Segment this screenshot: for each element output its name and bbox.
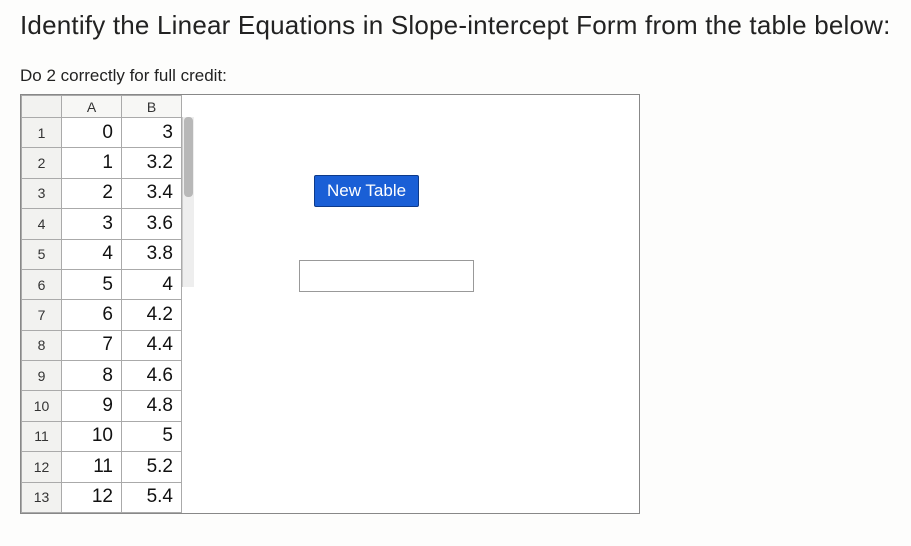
cell-b[interactable]: 5.4: [122, 482, 182, 513]
row-number[interactable]: 8: [22, 330, 62, 360]
row-number[interactable]: 1: [22, 118, 62, 148]
cell-b[interactable]: 3: [122, 118, 182, 148]
row-number[interactable]: 9: [22, 361, 62, 391]
table-row: 103: [22, 118, 182, 148]
question-title: Identify the Linear Equations in Slope-i…: [20, 10, 891, 41]
spreadsheet-area: A B 103213.2323.4433.6543.8654764.2874.4…: [21, 95, 194, 513]
cell-a[interactable]: 4: [62, 239, 122, 269]
cell-b[interactable]: 4.4: [122, 330, 182, 360]
cell-a[interactable]: 5: [62, 269, 122, 299]
cell-b[interactable]: 3.4: [122, 178, 182, 208]
table-row: 11105: [22, 421, 182, 451]
answer-input[interactable]: [299, 260, 474, 292]
cell-a[interactable]: 9: [62, 391, 122, 421]
cell-b[interactable]: 4: [122, 269, 182, 299]
table-row: 654: [22, 269, 182, 299]
content-panel: A B 103213.2323.4433.6543.8654764.2874.4…: [20, 94, 640, 514]
cell-a[interactable]: 8: [62, 361, 122, 391]
row-number[interactable]: 12: [22, 452, 62, 482]
table-row: 764.2: [22, 300, 182, 330]
cell-b[interactable]: 5: [122, 421, 182, 451]
cell-b[interactable]: 3.8: [122, 239, 182, 269]
row-number[interactable]: 5: [22, 239, 62, 269]
cell-a[interactable]: 1: [62, 148, 122, 178]
table-row: 543.8: [22, 239, 182, 269]
table-row: 12115.2: [22, 452, 182, 482]
cell-a[interactable]: 6: [62, 300, 122, 330]
table-row: 213.2: [22, 148, 182, 178]
cell-b[interactable]: 5.2: [122, 452, 182, 482]
corner-header: [22, 96, 62, 118]
scrollbar-thumb[interactable]: [184, 117, 193, 197]
cell-a[interactable]: 7: [62, 330, 122, 360]
cell-b[interactable]: 4.8: [122, 391, 182, 421]
col-header-b[interactable]: B: [122, 96, 182, 118]
cell-b[interactable]: 3.2: [122, 148, 182, 178]
table-row: 1094.8: [22, 391, 182, 421]
row-number[interactable]: 7: [22, 300, 62, 330]
row-number[interactable]: 4: [22, 209, 62, 239]
cell-a[interactable]: 0: [62, 118, 122, 148]
row-number[interactable]: 2: [22, 148, 62, 178]
row-number[interactable]: 10: [22, 391, 62, 421]
vertical-scrollbar[interactable]: [182, 117, 194, 287]
col-header-a[interactable]: A: [62, 96, 122, 118]
data-table: A B 103213.2323.4433.6543.8654764.2874.4…: [21, 95, 182, 513]
table-row: 433.6: [22, 209, 182, 239]
cell-b[interactable]: 4.2: [122, 300, 182, 330]
cell-a[interactable]: 12: [62, 482, 122, 513]
table-row: 874.4: [22, 330, 182, 360]
table-row: 13125.4: [22, 482, 182, 513]
row-number[interactable]: 6: [22, 269, 62, 299]
instruction-text: Do 2 correctly for full credit:: [20, 66, 891, 86]
cell-b[interactable]: 4.6: [122, 361, 182, 391]
cell-a[interactable]: 2: [62, 178, 122, 208]
row-number[interactable]: 11: [22, 421, 62, 451]
new-table-button[interactable]: New Table: [314, 175, 419, 207]
cell-a[interactable]: 10: [62, 421, 122, 451]
controls-panel: New Table: [194, 95, 639, 513]
cell-b[interactable]: 3.6: [122, 209, 182, 239]
row-number[interactable]: 3: [22, 178, 62, 208]
row-number[interactable]: 13: [22, 482, 62, 513]
table-row: 323.4: [22, 178, 182, 208]
table-row: 984.6: [22, 361, 182, 391]
cell-a[interactable]: 11: [62, 452, 122, 482]
cell-a[interactable]: 3: [62, 209, 122, 239]
